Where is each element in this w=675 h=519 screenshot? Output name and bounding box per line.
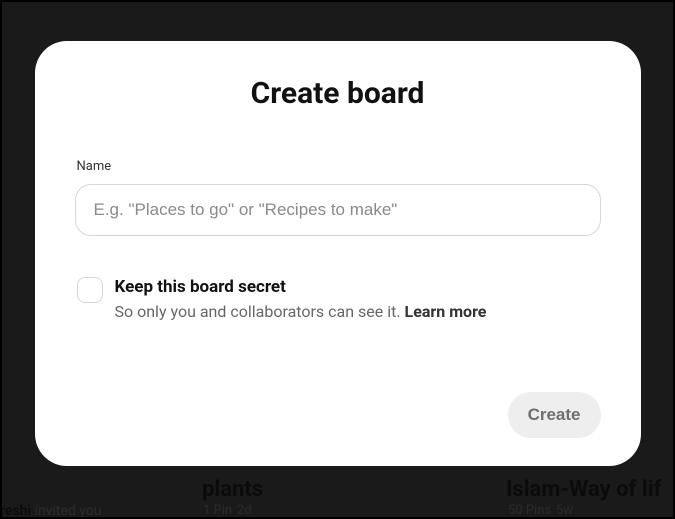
create-board-modal: Create board Name Keep this board secret… <box>35 41 641 466</box>
secret-option-row: Keep this board secret So only you and c… <box>77 276 601 323</box>
secret-text-block: Keep this board secret So only you and c… <box>115 276 487 323</box>
learn-more-link[interactable]: Learn more <box>405 302 487 321</box>
secret-description: So only you and collaborators can see it… <box>115 301 487 323</box>
modal-title: Create board <box>75 76 601 111</box>
name-field-label: Name <box>77 159 601 174</box>
create-button[interactable]: Create <box>508 392 601 438</box>
board-name-input[interactable] <box>75 184 601 236</box>
secret-checkbox[interactable] <box>77 277 103 303</box>
modal-overlay[interactable]: Create board Name Keep this board secret… <box>0 0 675 519</box>
secret-title: Keep this board secret <box>115 276 487 300</box>
